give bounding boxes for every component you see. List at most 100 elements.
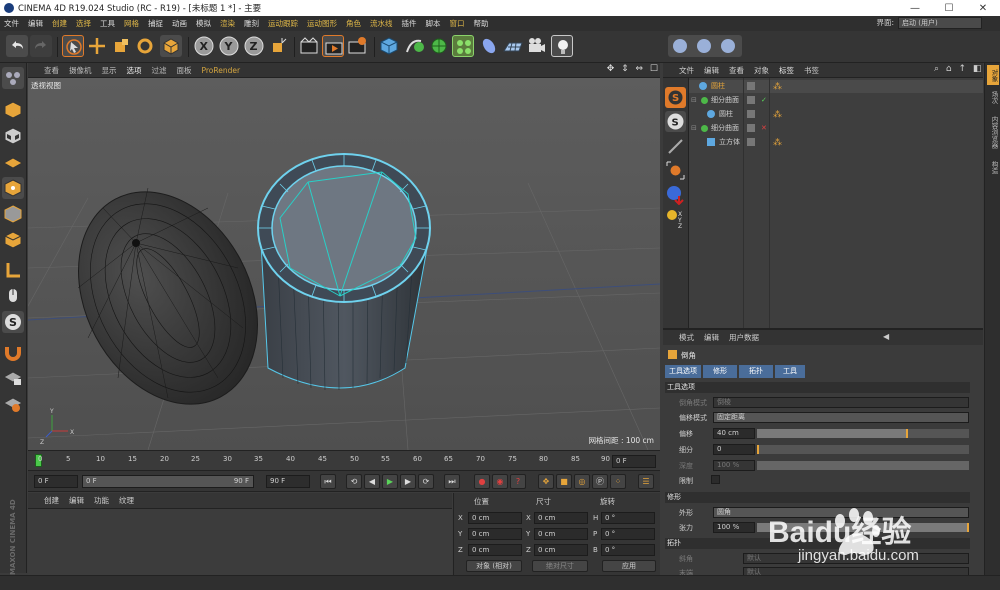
position-key-icon[interactable]: ✥ bbox=[538, 474, 554, 489]
tab-tool-options[interactable]: 工具选项 bbox=[665, 365, 701, 378]
phong-tag-icon[interactable]: ⁂ bbox=[773, 137, 782, 150]
object-menu-edit[interactable]: 编辑 bbox=[704, 65, 719, 76]
end-frame-field[interactable]: 90 F bbox=[266, 475, 310, 488]
tab-structure[interactable]: 构造 bbox=[987, 157, 999, 177]
attribute-menu-user-data[interactable]: 用户数据 bbox=[729, 332, 759, 343]
object-row[interactable]: 立方体 ⁂ bbox=[689, 136, 983, 149]
material-menu-function[interactable]: 功能 bbox=[94, 495, 109, 506]
redo-icon[interactable] bbox=[30, 35, 52, 57]
floor-icon[interactable] bbox=[502, 35, 524, 57]
menu-animate[interactable]: 动画 bbox=[172, 18, 187, 29]
rotation-p-field[interactable]: 0 ° bbox=[601, 528, 655, 540]
object-manager-search-icons[interactable]: ⌕ ⌂ ↑ ◧ bbox=[934, 64, 983, 74]
material-menu-edit[interactable]: 编辑 bbox=[69, 495, 84, 506]
menu-pipeline[interactable]: 流水线 bbox=[370, 18, 393, 29]
attribute-menu-edit[interactable]: 编辑 bbox=[704, 332, 719, 343]
tweak-mode-icon[interactable] bbox=[2, 285, 24, 307]
object-menu-bookmarks[interactable]: 书签 bbox=[804, 65, 819, 76]
attribute-menu-mode[interactable]: 模式 bbox=[679, 332, 694, 343]
offset-mode-select[interactable]: 固定距离 bbox=[713, 412, 969, 423]
menu-render[interactable]: 渲染 bbox=[220, 18, 235, 29]
next-key-icon[interactable]: ⟳ bbox=[418, 474, 434, 489]
point-level-key-icon[interactable]: ⁘ bbox=[610, 474, 626, 489]
visibility-dots-icon[interactable] bbox=[747, 82, 755, 90]
previous-frame-icon[interactable]: ◀ bbox=[364, 474, 380, 489]
tab-objects[interactable]: 对象 bbox=[987, 65, 999, 85]
viewport-menu-display[interactable]: 显示 bbox=[102, 65, 117, 76]
coordinate-system-icon[interactable] bbox=[268, 35, 290, 57]
polygon-mode-icon[interactable] bbox=[2, 229, 24, 251]
z-axis-icon[interactable]: Z bbox=[243, 35, 265, 57]
expand-icon[interactable]: ⊟ bbox=[691, 94, 697, 107]
menu-window[interactable]: 窗口 bbox=[450, 18, 465, 29]
deformer-icon[interactable] bbox=[478, 35, 500, 57]
lock-workplane-icon[interactable] bbox=[2, 367, 24, 389]
offset-slider[interactable] bbox=[757, 429, 969, 438]
live-selection-icon[interactable] bbox=[62, 35, 84, 57]
visibility-dots-icon[interactable] bbox=[747, 110, 755, 118]
snap-group-icon[interactable] bbox=[668, 35, 742, 57]
x-axis-icon[interactable]: X bbox=[193, 35, 215, 57]
menu-motion-tracker[interactable]: 运动跟踪 bbox=[268, 18, 298, 29]
point-mode-icon[interactable] bbox=[2, 177, 24, 199]
record-keys-icon[interactable]: ● bbox=[474, 474, 490, 489]
disabled-cross-icon[interactable]: ✕ bbox=[761, 122, 767, 135]
coord-mode-select[interactable]: 对象 (相对) bbox=[466, 560, 522, 572]
recent-tool-icon[interactable] bbox=[160, 35, 182, 57]
object-menu-file[interactable]: 文件 bbox=[679, 65, 694, 76]
enabled-check-icon[interactable]: ✓ bbox=[761, 94, 767, 107]
viewport-menu-view[interactable]: 查看 bbox=[44, 65, 59, 76]
menu-plugins[interactable]: 插件 bbox=[402, 18, 417, 29]
parameter-key-icon[interactable]: Ⓟ bbox=[592, 474, 608, 489]
material-manager-area[interactable] bbox=[28, 509, 452, 575]
tension-field[interactable]: 100 % bbox=[713, 522, 755, 533]
bevel-mode-select[interactable]: 倒棱 bbox=[713, 397, 969, 408]
layout-select[interactable]: 启动 (用户) bbox=[898, 17, 982, 29]
menu-snap[interactable]: 捕捉 bbox=[148, 18, 163, 29]
offset-field[interactable]: 40 cm bbox=[713, 428, 755, 439]
perspective-viewport[interactable]: Y X Z 透视视图 网格间距 : 100 cm bbox=[28, 78, 660, 450]
object-row[interactable]: ⊟ 细分曲面 ✕ bbox=[689, 122, 983, 135]
phong-tag-icon[interactable]: ⁂ bbox=[773, 109, 782, 122]
viewport-menu-panel[interactable]: 面板 bbox=[177, 65, 192, 76]
object-row[interactable]: 圆柱 ⁂ bbox=[689, 108, 983, 121]
subdivision-slider[interactable] bbox=[757, 445, 969, 454]
current-frame-field[interactable]: 0 F bbox=[612, 455, 656, 468]
array-icon[interactable] bbox=[452, 35, 474, 57]
axis-snap-icon[interactable] bbox=[665, 184, 686, 206]
menu-mograph[interactable]: 运动图形 bbox=[307, 18, 337, 29]
subdivision-surface-icon[interactable] bbox=[428, 35, 450, 57]
pen-spline-icon[interactable] bbox=[403, 35, 425, 57]
size-mode-select[interactable]: 绝对尺寸 bbox=[532, 560, 588, 572]
object-tree[interactable]: 圆柱 ⁂ ⊟ 细分曲面 ✓ 圆柱 ⁂ ⊟ 细分曲面 ✕ 立方体 ⁂ bbox=[689, 78, 983, 328]
y-axis-icon[interactable]: Y bbox=[218, 35, 240, 57]
collapse-icon[interactable]: ◀ bbox=[883, 332, 889, 341]
menu-select[interactable]: 选择 bbox=[76, 18, 91, 29]
quantize-icon[interactable] bbox=[665, 136, 686, 157]
tab-content-browser[interactable]: 内容浏览器 bbox=[987, 109, 999, 155]
rotation-b-field[interactable]: 0 ° bbox=[601, 544, 655, 556]
viewport-menu-cameras[interactable]: 摄像机 bbox=[69, 65, 92, 76]
menu-sculpt[interactable]: 雕刻 bbox=[244, 18, 259, 29]
snap-settings-icon[interactable]: S bbox=[665, 87, 686, 108]
object-row[interactable]: 圆柱 ⁂ bbox=[689, 80, 983, 93]
move-icon[interactable] bbox=[86, 35, 108, 57]
render-view-icon[interactable] bbox=[298, 35, 320, 57]
menu-tools[interactable]: 工具 bbox=[100, 18, 115, 29]
menu-file[interactable]: 文件 bbox=[4, 18, 19, 29]
viewport-menu-prorender[interactable]: ProRender bbox=[202, 66, 241, 75]
go-to-end-icon[interactable]: ⏭ bbox=[444, 474, 460, 489]
viewport-navigation-icons[interactable]: ✥ ⇕ ⇔ ☐ bbox=[607, 64, 660, 74]
timeline-ruler[interactable]: 0 5 10 15 20 25 30 35 40 45 50 55 60 65 … bbox=[28, 450, 660, 470]
phong-tag-icon[interactable]: ⁂ bbox=[773, 81, 782, 94]
menu-mesh[interactable]: 网格 bbox=[124, 18, 139, 29]
position-z-field[interactable]: 0 cm bbox=[468, 544, 522, 556]
snap-enable-icon[interactable]: S bbox=[665, 111, 686, 132]
viewport-menu-filter[interactable]: 过滤 bbox=[152, 65, 167, 76]
position-x-field[interactable]: 0 cm bbox=[468, 512, 522, 524]
apply-button[interactable]: 应用 bbox=[602, 560, 656, 572]
light-icon[interactable] bbox=[551, 35, 573, 57]
xyz-coordinates-icon[interactable]: XYZ bbox=[665, 208, 686, 230]
object-menu-objects[interactable]: 对象 bbox=[754, 65, 769, 76]
next-frame-icon[interactable]: ▶ bbox=[400, 474, 416, 489]
